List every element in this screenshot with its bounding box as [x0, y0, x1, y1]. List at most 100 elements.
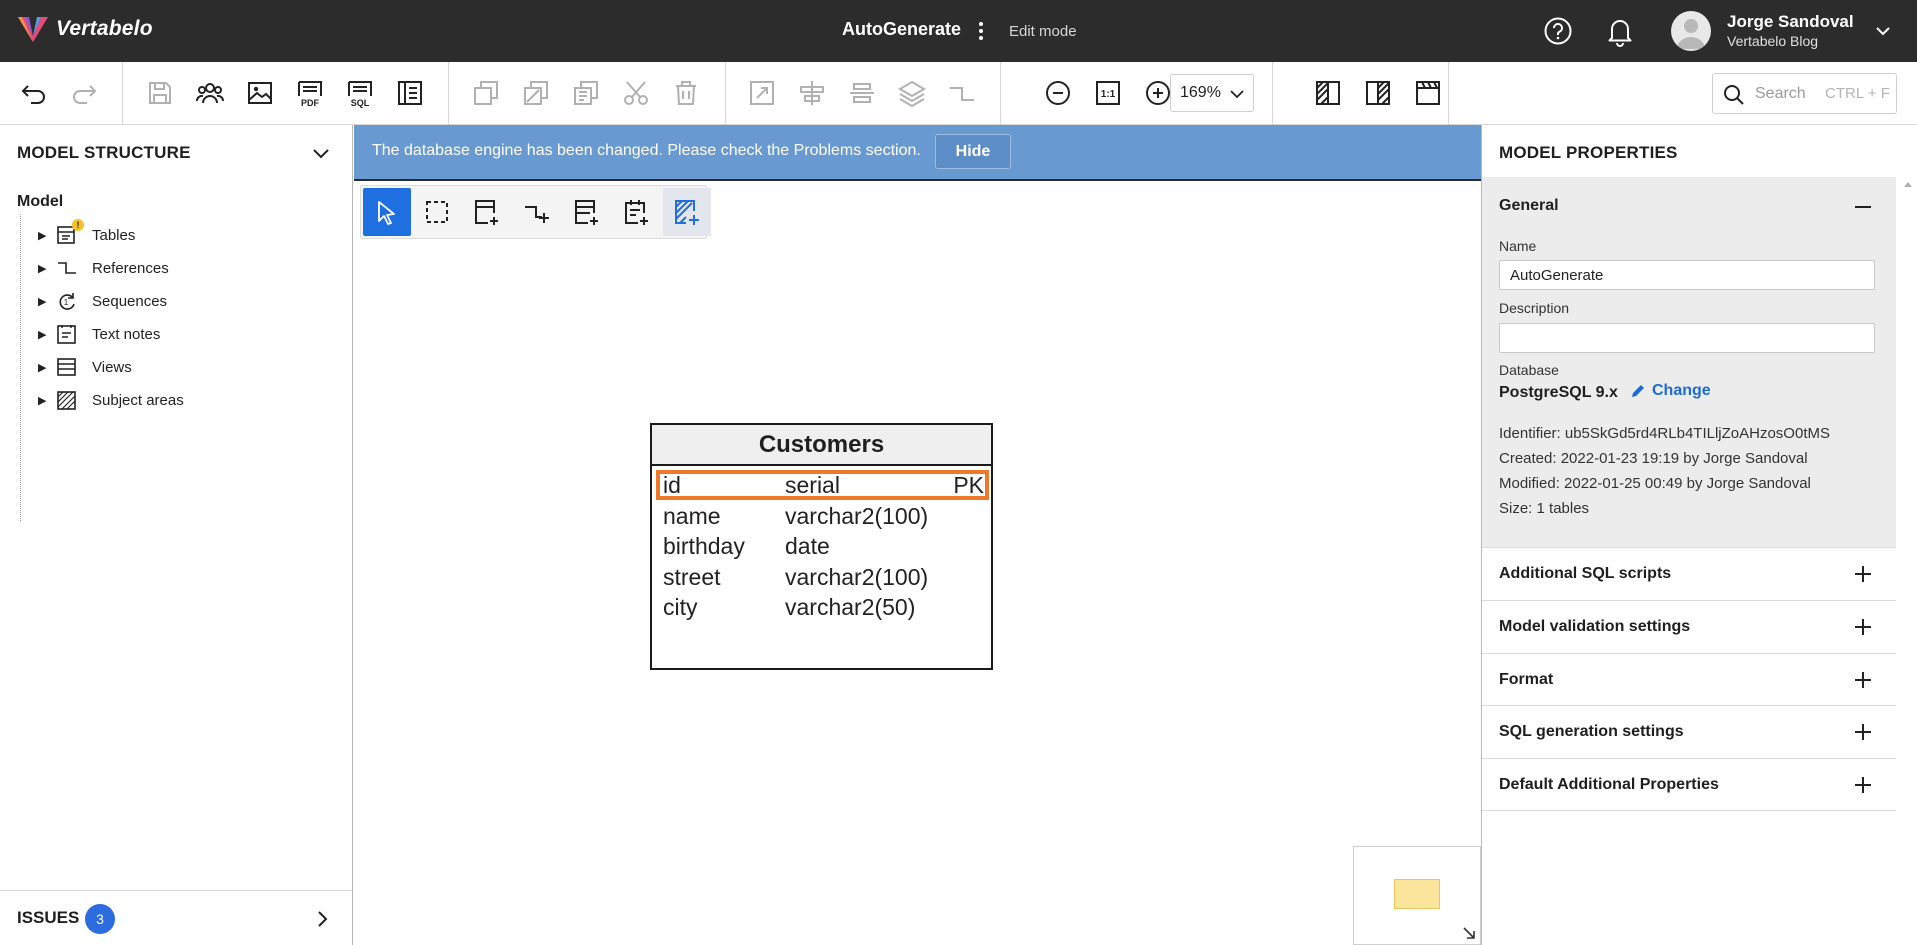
expand-plus-icon [1855, 724, 1871, 740]
change-database-link[interactable]: Change [1630, 382, 1711, 400]
svg-text:PDF: PDF [301, 98, 320, 108]
vertabelo-logo[interactable]: Vertabelo [16, 14, 153, 44]
expand-arrow-icon[interactable]: ▶ [38, 262, 52, 275]
hide-banner-button[interactable]: Hide [935, 134, 1011, 169]
search-input[interactable]: Search CTRL + F [1712, 73, 1897, 114]
cut-button[interactable] [617, 74, 655, 112]
history-group [0, 62, 123, 124]
chevron-down-icon[interactable] [1874, 22, 1892, 40]
scrollbar-arrows[interactable] [1898, 177, 1917, 945]
minimap-viewport[interactable] [1394, 879, 1440, 909]
hatch-left-button[interactable] [1309, 74, 1347, 112]
section-format[interactable]: Format [1482, 653, 1896, 706]
resize-arrow-icon[interactable] [1462, 926, 1476, 940]
table-name[interactable]: Customers [652, 425, 991, 466]
copy-button[interactable] [467, 74, 505, 112]
minimap[interactable] [1353, 846, 1481, 945]
share-button[interactable] [191, 74, 229, 112]
table-column-row[interactable]: id serial PK [656, 470, 989, 500]
undo-icon [21, 85, 45, 104]
user-avatar[interactable] [1671, 11, 1711, 51]
general-section-title[interactable]: General [1499, 197, 1559, 215]
distribute-button[interactable] [843, 74, 881, 112]
copy-icon [474, 81, 498, 105]
tree-item-text-notes[interactable]: ▶ Text notes [38, 321, 160, 347]
line-style-button[interactable] [943, 74, 981, 112]
pdf-icon: PDF [298, 81, 322, 108]
export-image-button[interactable] [241, 74, 279, 112]
section-title: SQL generation settings [1499, 723, 1684, 740]
image-icon [248, 82, 272, 104]
model-name-input[interactable] [1499, 260, 1875, 290]
document-title[interactable]: AutoGenerate [842, 19, 961, 40]
collapse-minus-icon[interactable] [1852, 196, 1874, 218]
issues-bar[interactable]: ISSUES 3 [0, 890, 352, 945]
add-subject-area-icon [675, 200, 699, 225]
save-button[interactable] [141, 74, 179, 112]
zoom-out-button[interactable] [1039, 74, 1077, 112]
export-pdf-button[interactable]: PDF [291, 74, 329, 112]
tree-item-sequences[interactable]: ▶ 1 Sequences [38, 288, 167, 314]
section-default-additional-properties[interactable]: Default Additional Properties [1482, 758, 1896, 811]
paste-button[interactable] [567, 74, 605, 112]
document-menu-icon[interactable] [974, 18, 988, 44]
tree-root-model[interactable]: Model [17, 193, 63, 211]
add-table-tool-button[interactable] [463, 188, 511, 236]
redo-button[interactable] [65, 74, 103, 112]
select-tool-button[interactable] [363, 188, 411, 236]
expand-arrow-icon[interactable]: ▶ [38, 229, 52, 242]
tree-item-references[interactable]: ▶ References [38, 255, 169, 281]
chevron-down-icon[interactable] [310, 142, 332, 164]
save-icon [149, 82, 171, 104]
edit-group [449, 62, 726, 124]
export-sql-button[interactable]: SQL [341, 74, 379, 112]
hatch-right-button[interactable] [1359, 74, 1397, 112]
undo-button[interactable] [15, 74, 53, 112]
zoom-reset-button[interactable]: 1:1 [1089, 74, 1127, 112]
expand-arrow-icon[interactable]: ▶ [38, 394, 52, 407]
user-name[interactable]: Jorge Sandoval [1727, 12, 1854, 32]
delete-button[interactable] [667, 74, 705, 112]
column-type: varchar2(100) [785, 503, 929, 529]
layers-button[interactable] [893, 74, 931, 112]
table-column-row[interactable]: city varchar2(50) [660, 592, 983, 622]
section-model-validation-settings[interactable]: Model validation settings [1482, 600, 1896, 653]
zoom-select[interactable]: 169% [1170, 74, 1254, 112]
expand-arrow-icon[interactable]: ▶ [38, 361, 52, 374]
add-subject-area-tool-button[interactable] [663, 188, 711, 236]
tree-item-views[interactable]: ▶ Views [38, 354, 132, 380]
report-icon [398, 81, 422, 105]
table-column-row[interactable]: name varchar2(100) [660, 501, 983, 531]
expand-arrow-icon[interactable]: ▶ [38, 295, 52, 308]
vertabelo-logo-icon [18, 17, 48, 42]
column-name: id [663, 472, 681, 498]
fit-button[interactable] [743, 74, 781, 112]
table-customers[interactable]: Customers id serial PK name varchar2(100… [650, 423, 993, 670]
expand-plus-icon [1855, 566, 1871, 582]
tree-item-tables[interactable]: ▶ ! Tables [38, 219, 135, 248]
section-additional-sql-scripts[interactable]: Additional SQL scripts [1482, 547, 1896, 600]
reference-icon [56, 257, 78, 279]
add-reference-tool-button[interactable] [513, 188, 561, 236]
hatch-right-icon [1366, 81, 1390, 105]
table-column-row[interactable]: birthday date [660, 531, 983, 561]
clapper-button[interactable] [1409, 74, 1447, 112]
marquee-tool-button[interactable] [413, 188, 461, 236]
actual-size-icon: 1:1 [1096, 81, 1120, 105]
notifications-bell-icon[interactable] [1605, 15, 1635, 47]
chevron-right-icon[interactable] [312, 909, 332, 929]
model-report-button[interactable] [391, 74, 429, 112]
table-column-row[interactable]: street varchar2(100) [660, 562, 983, 592]
model-description-input[interactable] [1499, 323, 1875, 353]
section-sql-generation-settings[interactable]: SQL generation settings [1482, 705, 1896, 758]
align-button[interactable] [793, 74, 831, 112]
expand-plus-icon [1855, 672, 1871, 688]
add-view-tool-button[interactable] [563, 188, 611, 236]
diagram-canvas[interactable]: The database engine has been changed. Pl… [354, 125, 1481, 945]
tree-item-subject-areas[interactable]: ▶ Subject areas [38, 387, 184, 413]
expand-arrow-icon[interactable]: ▶ [38, 328, 52, 341]
help-icon[interactable] [1543, 16, 1573, 46]
line-style-icon [950, 87, 974, 101]
add-text-note-tool-button[interactable] [613, 188, 661, 236]
clone-button[interactable] [517, 74, 555, 112]
